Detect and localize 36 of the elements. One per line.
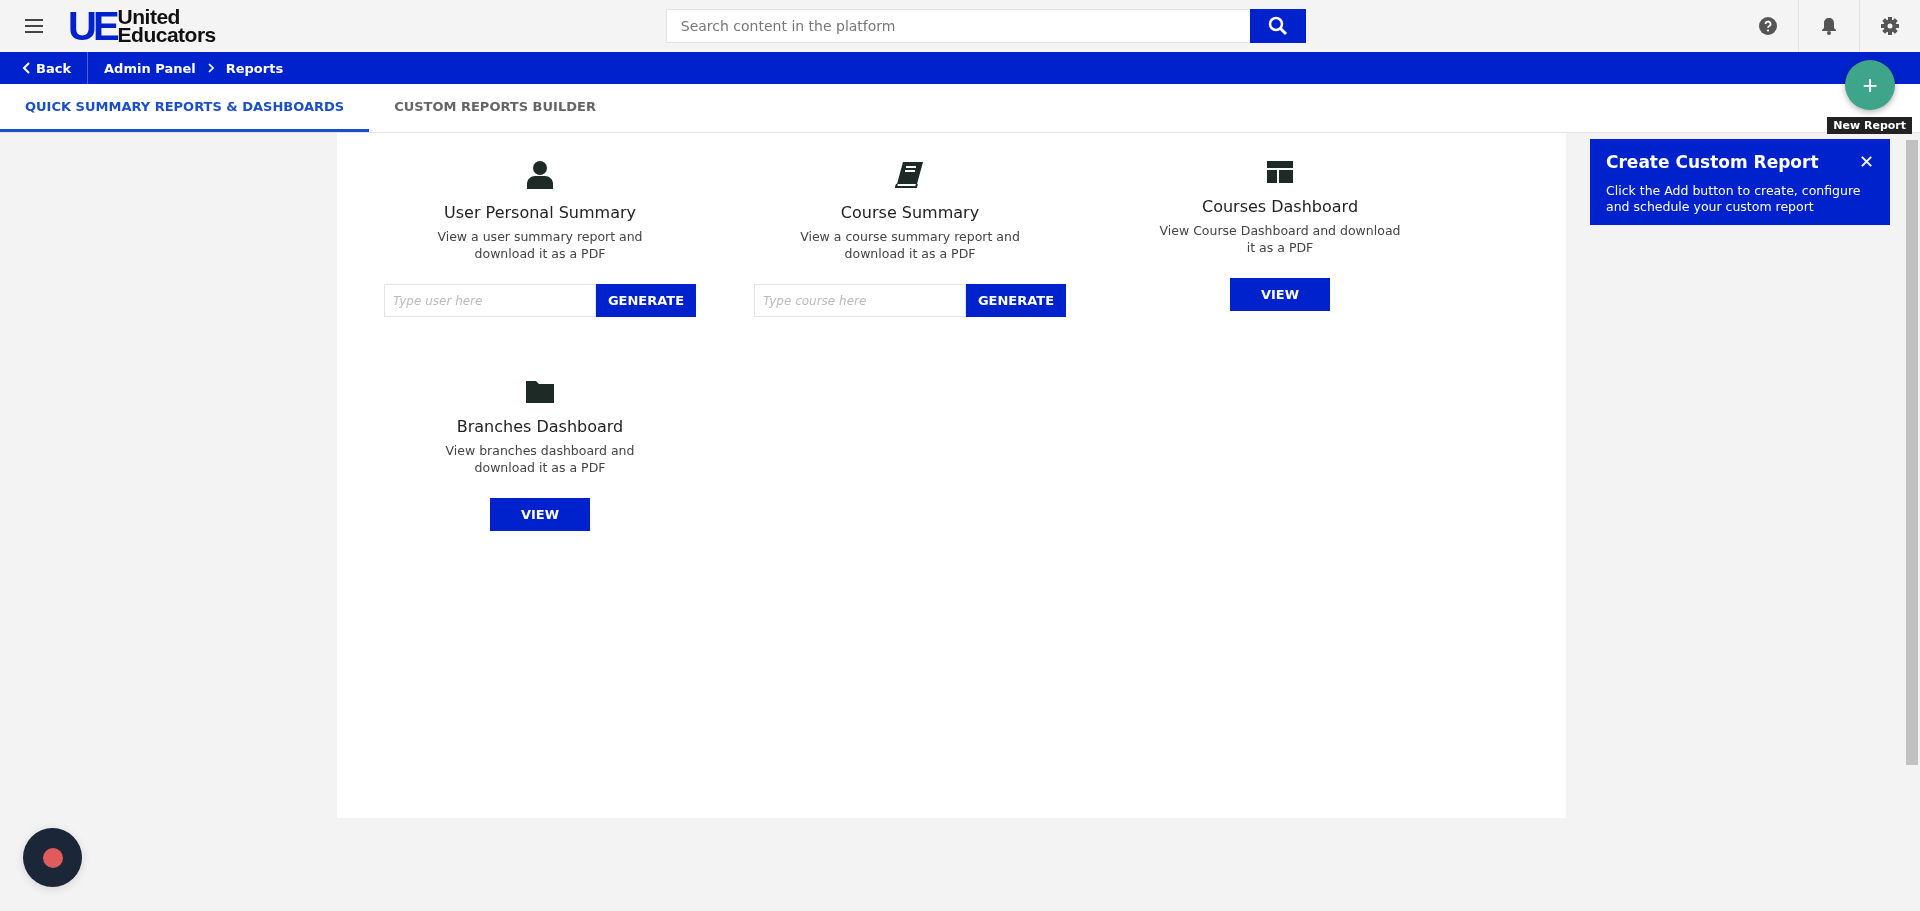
record-button[interactable]	[23, 828, 82, 887]
breadcrumb-link[interactable]: Admin Panel	[104, 60, 196, 76]
report-title: Courses Dashboard	[1201, 197, 1359, 216]
search-field[interactable]: Search content in the platform	[665, 9, 1250, 43]
book-icon	[895, 161, 925, 189]
close-button[interactable]: ✕	[1859, 151, 1874, 173]
tooltip: New Report	[1827, 117, 1912, 134]
report-title: Branches Dashboard	[456, 417, 624, 436]
scrollbar[interactable]	[1906, 140, 1918, 765]
folder-icon	[526, 379, 554, 403]
popover-title: Create Custom Report	[1606, 152, 1819, 172]
settings-icon	[1881, 17, 1899, 35]
report-description: View branches dashboard and download it as a PDF	[444, 442, 636, 476]
view-button[interactable]: VIEW	[1230, 278, 1330, 311]
report-description: View a course summary report and download it as a PDF	[799, 228, 1021, 262]
chevron-icon	[207, 63, 214, 73]
report-description: View Course Dashboard and download it as a PDF	[1158, 222, 1402, 256]
help-icon	[1758, 17, 1777, 35]
popover-text: Click the Add button to create, configure and schedule your custom report	[1606, 183, 1862, 215]
generate-button[interactable]: GENERATE	[965, 284, 1067, 317]
search-icon	[1267, 16, 1288, 36]
layout-icon	[1267, 161, 1293, 183]
view-button[interactable]: VIEW	[490, 498, 590, 531]
input-field[interactable]: Type course here	[753, 284, 966, 317]
user-icon	[527, 161, 553, 189]
tab[interactable]: CUSTOM REPORTS BUILDER	[369, 84, 621, 132]
input-field[interactable]: Type user here	[383, 284, 596, 317]
report-title: User Personal Summary	[444, 203, 636, 222]
chevron-left-icon	[22, 62, 30, 74]
breadcrumb-link[interactable]: Reports	[225, 60, 284, 76]
search-button[interactable]	[1249, 9, 1306, 43]
tab[interactable]: QUICK SUMMARY REPORTS & DASHBOARDS	[0, 84, 370, 132]
generate-button[interactable]: GENERATE	[595, 284, 697, 317]
report-description: View a user summary report and download it as a PDF	[436, 228, 644, 262]
report-title: Course Summary	[840, 203, 980, 222]
bell-icon	[1821, 17, 1837, 35]
